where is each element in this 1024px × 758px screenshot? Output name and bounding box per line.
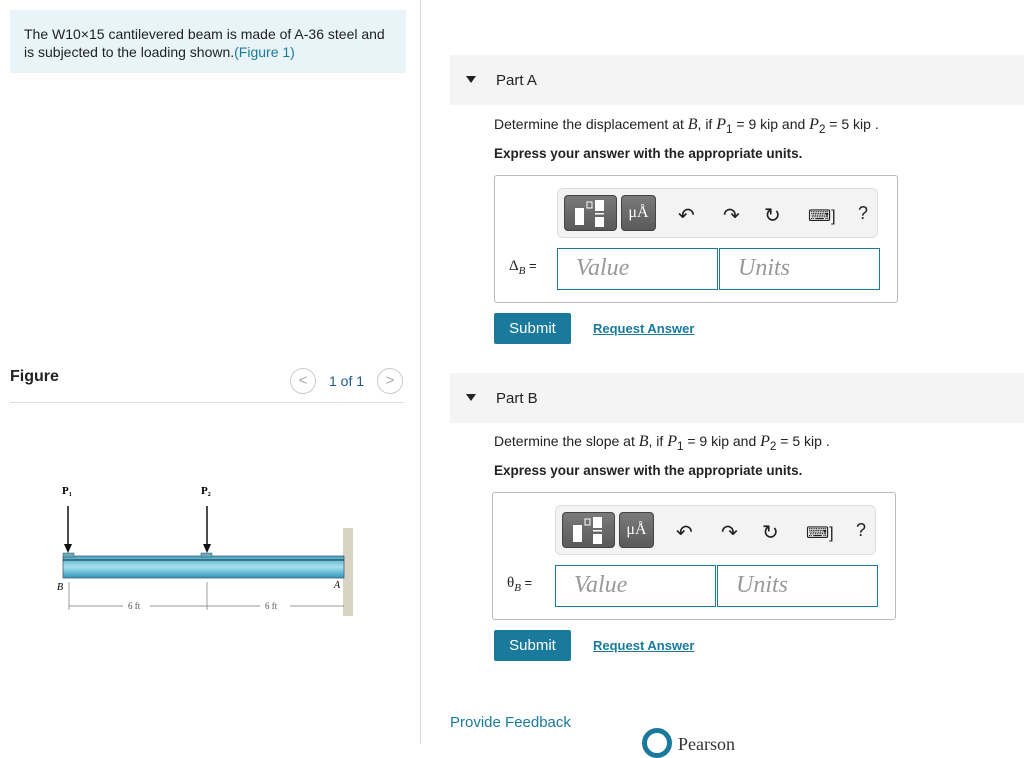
math-toolbar: μÅ ↶ ↷ ↻ ⌨] ? bbox=[557, 188, 878, 238]
label-p1: P1 bbox=[62, 485, 72, 498]
reset-icon[interactable]: ↻ bbox=[762, 520, 779, 545]
keyboard-icon[interactable]: ⌨] bbox=[806, 523, 834, 543]
units-input[interactable]: Units bbox=[717, 565, 878, 607]
answer-box: μÅ ↶ ↷ ↻ ⌨] ? θB = Value Units bbox=[492, 492, 896, 620]
part-label: Part A bbox=[496, 72, 537, 89]
collapse-triangle-icon[interactable] bbox=[466, 76, 476, 83]
provide-feedback-link[interactable]: Provide Feedback bbox=[450, 714, 571, 731]
figure-link[interactable]: (Figure 1) bbox=[234, 44, 295, 60]
submit-button[interactable]: Submit bbox=[494, 630, 571, 661]
math-toolbar: μÅ ↶ ↷ ↻ ⌨] ? bbox=[555, 505, 876, 555]
variable-label: θB = bbox=[507, 575, 533, 594]
answer-box: μÅ ↶ ↷ ↻ ⌨] ? ΔB = Value Units bbox=[494, 175, 898, 303]
collapse-triangle-icon[interactable] bbox=[466, 394, 476, 401]
problem-text: The W10×15 cantilevered beam is made of … bbox=[24, 26, 385, 60]
next-figure-button[interactable]: > bbox=[377, 368, 403, 394]
value-input[interactable]: Value bbox=[557, 248, 718, 290]
units-button[interactable]: μÅ bbox=[621, 195, 656, 231]
units-button[interactable]: μÅ bbox=[619, 512, 654, 548]
request-answer-link[interactable]: Request Answer bbox=[593, 321, 694, 336]
redo-icon[interactable]: ↷ bbox=[721, 520, 738, 545]
units-input[interactable]: Units bbox=[719, 248, 880, 290]
keyboard-icon[interactable]: ⌨] bbox=[808, 206, 836, 226]
pearson-logo-icon bbox=[642, 728, 672, 758]
prev-figure-button[interactable]: < bbox=[290, 368, 316, 394]
value-input[interactable]: Value bbox=[555, 565, 716, 607]
panel-divider bbox=[420, 0, 421, 744]
figure-divider bbox=[10, 402, 404, 403]
beam bbox=[62, 555, 345, 579]
pearson-brand: Pearson bbox=[678, 734, 735, 754]
problem-statement: The W10×15 cantilevered beam is made of … bbox=[10, 10, 406, 73]
instructions: Express your answer with the appropriate… bbox=[494, 146, 803, 161]
dimension-1: 6 ft bbox=[128, 601, 141, 611]
help-icon[interactable]: ? bbox=[858, 203, 868, 224]
part-label: Part B bbox=[496, 390, 538, 407]
request-answer-link[interactable]: Request Answer bbox=[593, 638, 694, 653]
part-header[interactable]: Part B bbox=[450, 373, 1024, 423]
templates-button[interactable] bbox=[564, 195, 617, 231]
fixed-support bbox=[343, 528, 353, 616]
undo-icon[interactable]: ↶ bbox=[676, 520, 693, 545]
submit-button[interactable]: Submit bbox=[494, 313, 571, 344]
instructions: Express your answer with the appropriate… bbox=[494, 463, 803, 478]
label-p2: P2 bbox=[201, 485, 211, 498]
label-a: A bbox=[333, 580, 341, 591]
figure-heading: Figure bbox=[10, 368, 59, 385]
beam-figure: P1 P2 B A 6 ft 6 ft bbox=[57, 485, 353, 616]
figure-pager: 1 of 1 bbox=[329, 373, 365, 389]
load-arrow-p2 bbox=[203, 506, 211, 553]
variable-label: ΔB = bbox=[509, 258, 537, 277]
part-header[interactable]: Part A bbox=[450, 55, 1024, 105]
label-b: B bbox=[57, 582, 63, 593]
question-text: Determine the displacement at B, if P1 =… bbox=[494, 116, 879, 136]
undo-icon[interactable]: ↶ bbox=[678, 203, 695, 228]
redo-icon[interactable]: ↷ bbox=[723, 203, 740, 228]
load-arrow-p1 bbox=[64, 506, 72, 553]
question-text: Determine the slope at B, if P1 = 9 kip … bbox=[494, 433, 830, 453]
reset-icon[interactable]: ↻ bbox=[764, 203, 781, 228]
templates-button[interactable] bbox=[562, 512, 615, 548]
dimension-2: 6 ft bbox=[265, 601, 278, 611]
help-icon[interactable]: ? bbox=[856, 520, 866, 541]
